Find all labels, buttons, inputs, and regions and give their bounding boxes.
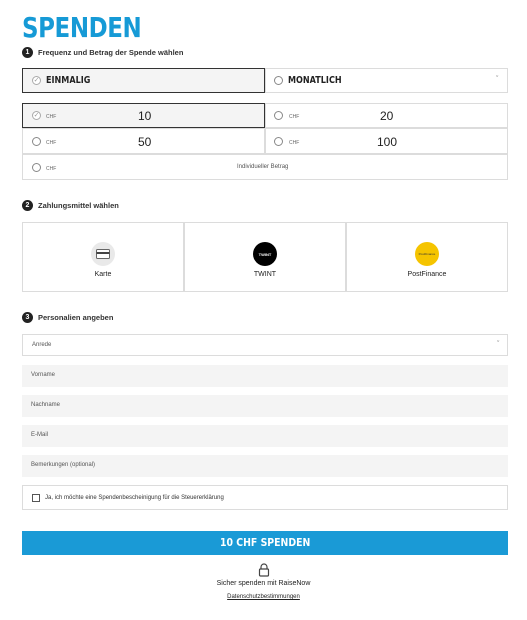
postfinance-logo-icon: PostFinance: [415, 242, 439, 266]
frequency-once-option[interactable]: ✓ EINMALIG: [22, 68, 265, 93]
amount-radio: [32, 137, 41, 146]
email-field[interactable]: E-Mail: [22, 425, 508, 447]
page-title: SPENDEN: [22, 11, 142, 44]
payment-postfinance-label: PostFinance: [407, 271, 447, 278]
chevron-down-icon: ˇ: [497, 341, 500, 348]
twint-logo-icon: TWINT: [253, 242, 277, 266]
check-icon: ✓: [32, 111, 41, 120]
amount-option-100[interactable]: CHF 100: [265, 128, 508, 154]
tax-receipt-checkbox[interactable]: [32, 494, 40, 502]
currency-label: CHF: [289, 114, 300, 120]
chevron-down-icon: ˇ: [496, 76, 499, 83]
amount-radio: [274, 137, 283, 146]
credit-card-icon: [91, 242, 115, 266]
frequency-monthly-radio: [274, 76, 283, 85]
check-icon: ✓: [32, 76, 41, 85]
custom-amount-placeholder: Individueller Betrag: [237, 164, 289, 170]
payment-twint-label: TWINT: [253, 271, 277, 278]
email-placeholder: E-Mail: [31, 432, 49, 438]
salutation-select[interactable]: Anrede ˇ: [22, 334, 508, 356]
comments-field[interactable]: Bemerkungen (optional): [22, 455, 508, 477]
step-3-number: 3: [22, 311, 33, 323]
payment-postfinance-option[interactable]: PostFinance PostFinance: [346, 222, 508, 292]
donate-button[interactable]: 10 CHF SPENDEN: [22, 531, 508, 555]
payment-card-option[interactable]: Karte: [22, 222, 184, 292]
step-1-label: Frequenz und Betrag der Spende wählen: [38, 47, 184, 57]
amount-value: 100: [377, 135, 398, 149]
step-2-label: Zahlungsmittel wählen: [38, 200, 119, 210]
amount-value: 10: [138, 109, 152, 123]
currency-label: CHF: [46, 114, 57, 120]
payment-card-label: Karte: [94, 271, 112, 278]
payment-twint-option[interactable]: TWINT TWINT: [184, 222, 346, 292]
last-name-field[interactable]: Nachname: [22, 395, 508, 417]
first-name-field[interactable]: Vorname: [22, 365, 508, 387]
privacy-link[interactable]: Datenschutzbestimmungen: [227, 594, 300, 600]
step-1-number: 1: [22, 46, 33, 58]
last-name-placeholder: Nachname: [31, 402, 61, 408]
currency-label: CHF: [46, 140, 57, 146]
currency-label: CHF: [289, 140, 300, 146]
frequency-monthly-option[interactable]: MONATLICH ˇ: [265, 68, 508, 93]
amount-value: 50: [138, 135, 152, 149]
lock-icon: [258, 563, 270, 577]
frequency-monthly-label: MONATLICH: [288, 75, 342, 86]
first-name-placeholder: Vorname: [31, 372, 56, 378]
amount-option-20[interactable]: CHF 20: [265, 103, 508, 128]
amount-option-50[interactable]: CHF 50: [22, 128, 265, 154]
custom-amount-radio: [32, 163, 41, 172]
tax-receipt-option[interactable]: Ja, ich möchte eine Spendenbescheinigung…: [22, 485, 508, 510]
currency-label: CHF: [46, 166, 57, 172]
secure-text: Sicher spenden mit RaiseNow: [216, 580, 311, 587]
privacy-link-row: Datenschutzbestimmungen: [0, 594, 527, 600]
custom-amount-field[interactable]: CHF Individueller Betrag: [22, 154, 508, 180]
salutation-label: Anrede: [32, 342, 52, 348]
amount-option-10[interactable]: ✓ CHF 10: [22, 103, 265, 128]
frequency-once-label: EINMALIG: [46, 75, 91, 86]
step-2-number: 2: [22, 199, 33, 211]
step-3-label: Personalien angeben: [38, 312, 114, 322]
step-2-header: 2 Zahlungsmittel wählen: [22, 198, 119, 212]
step-1-header: 1 Frequenz und Betrag der Spende wählen: [22, 45, 183, 59]
step-3-header: 3 Personalien angeben: [22, 310, 113, 324]
donate-button-label: 10 CHF SPENDEN: [219, 536, 311, 549]
amount-radio: [274, 111, 283, 120]
comments-placeholder: Bemerkungen (optional): [31, 462, 96, 468]
tax-receipt-label: Ja, ich möchte eine Spendenbescheinigung…: [45, 495, 224, 501]
amount-value: 20: [380, 109, 394, 123]
